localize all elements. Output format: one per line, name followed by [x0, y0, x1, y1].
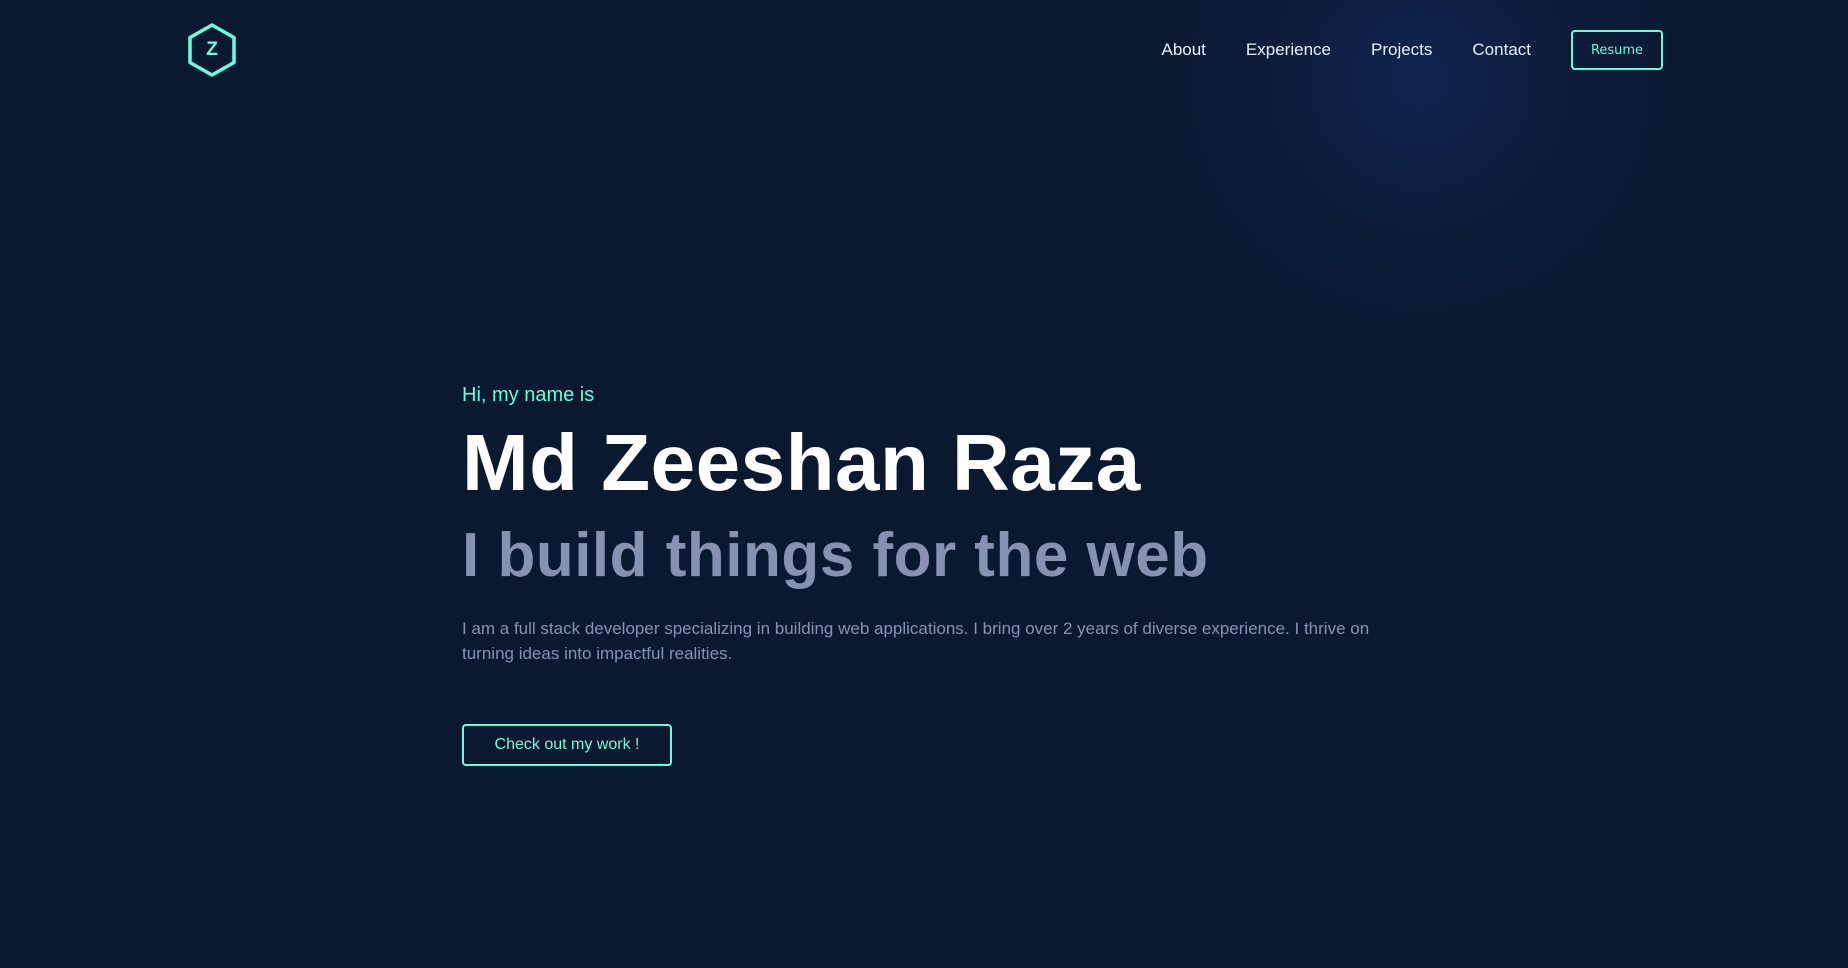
nav-item-experience[interactable]: Experience: [1246, 40, 1331, 60]
logo-letter: Z: [206, 39, 218, 60]
main-nav: About Experience Projects Contact Resume: [1161, 30, 1663, 70]
logo[interactable]: Z: [186, 22, 238, 78]
nav-item-about[interactable]: About: [1161, 40, 1205, 60]
check-out-work-button[interactable]: Check out my work !: [462, 724, 672, 766]
nav-item-contact[interactable]: Contact: [1472, 40, 1531, 60]
hero-greeting: Hi, my name is: [462, 384, 595, 406]
hero-tagline: I build things for the web: [462, 521, 1209, 590]
nav-item-projects[interactable]: Projects: [1371, 40, 1432, 60]
hero-name: Md Zeeshan Raza: [462, 418, 1141, 507]
hero-description: I am a full stack developer specializing…: [462, 619, 1370, 663]
hero-section: Hi, my name is Md Zeeshan Raza I build t…: [462, 380, 1402, 766]
resume-button[interactable]: Resume: [1571, 30, 1663, 70]
page: Z About Experience Projects Contact Resu…: [0, 0, 1848, 968]
